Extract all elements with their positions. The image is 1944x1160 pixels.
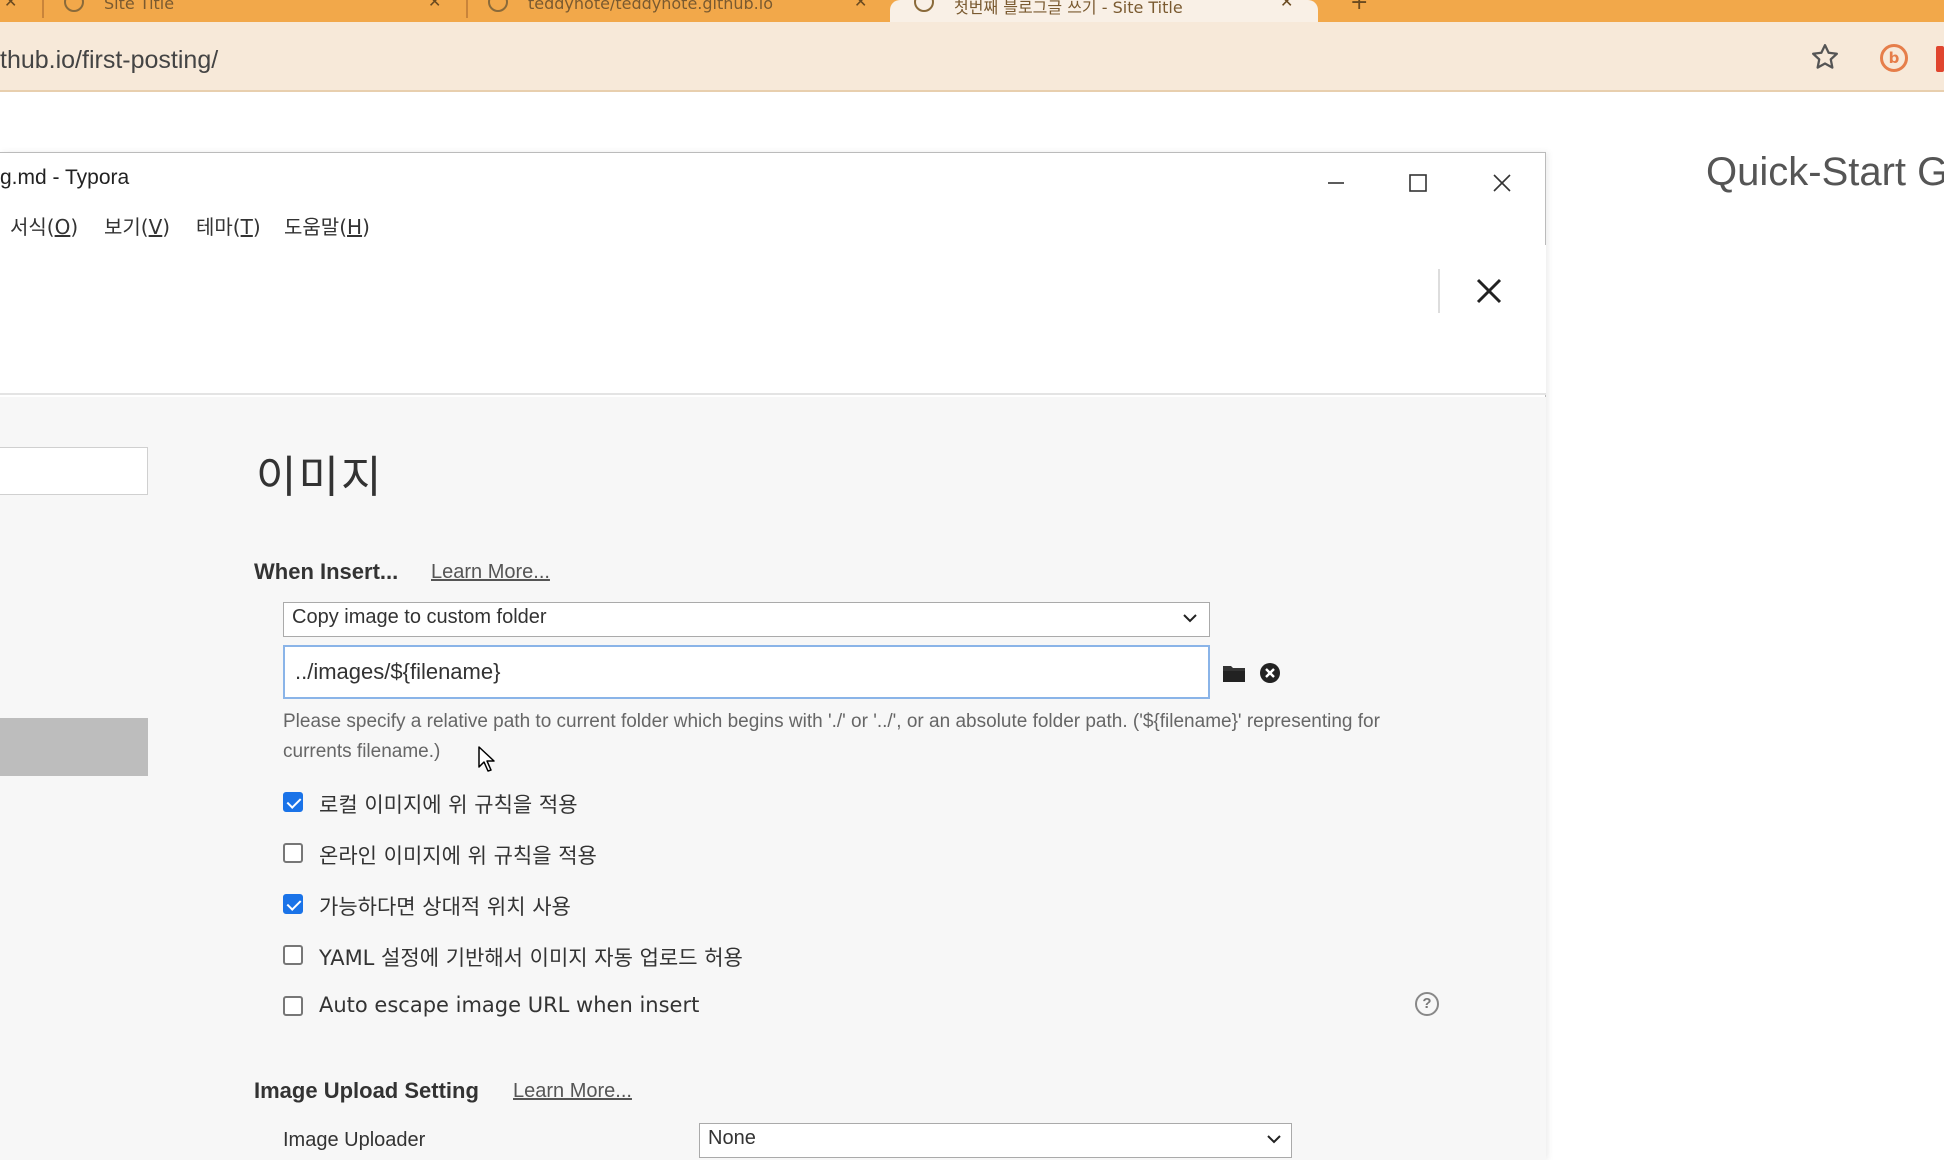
close-icon[interactable]: ✕	[854, 0, 867, 11]
image-uploader-value: None	[708, 1127, 756, 1149]
typora-window: g.md - Typora 서식(O) 보기(V) 테마(T) 도움말(H) 이…	[0, 152, 1546, 1160]
image-uploader-select[interactable]: None	[699, 1123, 1292, 1158]
preferences-search-input[interactable]	[0, 447, 148, 495]
insert-action-value: Copy image to custom folder	[292, 606, 547, 628]
tab-separator	[466, 0, 468, 18]
minimize-icon[interactable]	[1316, 163, 1356, 203]
header-divider	[1438, 269, 1440, 313]
browser-tab-strip: ✕ Site Title ✕ teddynote/teddynote.githu…	[0, 0, 1944, 22]
preferences-header	[0, 245, 1546, 395]
checkbox[interactable]	[283, 894, 303, 914]
close-preferences-icon[interactable]	[1469, 271, 1509, 311]
extension-icon[interactable]: b	[1880, 44, 1908, 72]
checkbox[interactable]	[283, 996, 303, 1016]
close-icon[interactable]: ✕	[1280, 0, 1293, 11]
path-hint-text: Please specify a relative path to curren…	[283, 711, 1380, 762]
checkbox[interactable]	[283, 945, 303, 965]
url-field[interactable]: thub.io/first-posting/	[0, 46, 218, 75]
page-title: 이미지	[256, 452, 384, 503]
mouse-cursor-icon	[478, 746, 495, 772]
checkbox-label: 로컬 이미지에 위 규칙을 적용	[319, 793, 578, 817]
menu-theme[interactable]: 테마(T)	[196, 211, 261, 240]
checkbox[interactable]	[283, 843, 303, 863]
checkbox-label: 가능하다면 상대적 위치 사용	[319, 895, 571, 919]
github-icon	[488, 0, 508, 12]
tab-github[interactable]: teddynote/teddynote.github.io ✕	[484, 0, 884, 22]
tab-active-post[interactable]: 첫번째 블로그글 쓰기 - Site Title ✕	[890, 0, 1318, 22]
menu-view[interactable]: 보기(V)	[104, 211, 170, 240]
window-title: g.md - Typora	[0, 166, 130, 189]
checkbox-label: 온라인 이미지에 위 규칙을 적용	[319, 844, 597, 868]
page-heading: Quick-Start Gu	[1706, 150, 1944, 194]
insert-action-select[interactable]: Copy image to custom folder	[283, 602, 1210, 637]
tab-title: teddynote/teddynote.github.io	[528, 0, 773, 13]
globe-icon	[914, 0, 934, 12]
bookmark-star-icon[interactable]	[1810, 42, 1840, 72]
tab-site-title[interactable]: Site Title ✕	[60, 0, 460, 22]
globe-icon	[64, 0, 84, 12]
folder-icon[interactable]	[1222, 663, 1246, 683]
tab-title: Site Title	[104, 0, 175, 13]
when-insert-label: When Insert...	[254, 559, 399, 584]
close-icon[interactable]: ✕	[4, 0, 17, 11]
menu-format[interactable]: 서식(O)	[10, 211, 78, 240]
menu-help[interactable]: 도움말(H)	[284, 211, 370, 240]
maximize-icon[interactable]	[1398, 163, 1438, 203]
new-tab-button[interactable]: +	[1350, 0, 1368, 15]
close-icon[interactable]: ✕	[428, 0, 441, 11]
image-upload-setting-label: Image Upload Setting	[254, 1078, 479, 1103]
address-bar	[0, 22, 1944, 92]
help-icon[interactable]: ?	[1415, 992, 1439, 1016]
sidebar-item-image-active[interactable]	[0, 718, 148, 776]
preferences-body	[0, 397, 1546, 1160]
clear-icon[interactable]	[1259, 662, 1281, 684]
image-uploader-label: Image Uploader	[283, 1129, 426, 1151]
checkbox-label: YAML 설정에 기반해서 이미지 자동 업로드 허용	[319, 946, 743, 970]
tab-separator	[42, 0, 44, 18]
when-insert-learn-more-link[interactable]: Learn More...	[431, 561, 550, 584]
chevron-down-icon	[1267, 1135, 1281, 1144]
close-icon[interactable]	[1482, 163, 1522, 203]
tab-close-partial[interactable]: ✕	[0, 0, 40, 22]
upload-learn-more-link[interactable]: Learn More...	[513, 1080, 632, 1103]
checkbox-label: Auto escape image URL when insert	[319, 993, 700, 1017]
chevron-down-icon	[1183, 614, 1197, 623]
image-folder-path-input[interactable]: ../images/${filename}	[283, 645, 1210, 699]
tab-title: 첫번째 블로그글 쓰기 - Site Title	[954, 0, 1183, 17]
extension-icon[interactable]	[1936, 46, 1944, 72]
checkbox[interactable]	[283, 792, 303, 812]
